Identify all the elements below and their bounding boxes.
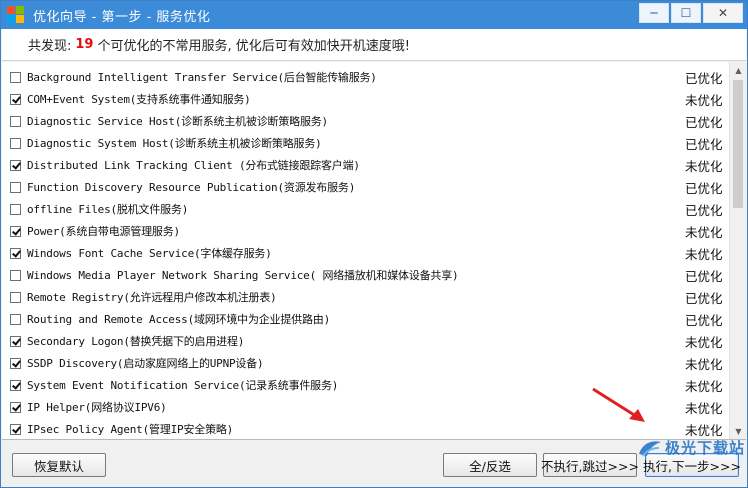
service-row[interactable]: Remote Registry(允许远程用户修改本机注册表) 已优化 xyxy=(2,286,729,308)
service-row[interactable]: Power(系统自带电源管理服务) 未优化 xyxy=(2,220,729,242)
service-status: 未优化 xyxy=(685,400,723,416)
scrollbar-thumb[interactable] xyxy=(733,80,743,208)
service-row[interactable]: Background Intelligent Transfer Service(… xyxy=(2,66,729,88)
service-name: IPsec Policy Agent(管理IP安全策略) xyxy=(27,423,234,436)
scroll-up-icon[interactable]: ▲ xyxy=(730,62,746,79)
watermark: 极光下载站 xyxy=(637,437,745,458)
service-name: Diagnostic Service Host(诊断系统主机被诊断策略服务) xyxy=(27,115,328,128)
service-status: 未优化 xyxy=(685,356,723,372)
service-checkbox[interactable] xyxy=(10,423,21,435)
service-status: 未优化 xyxy=(685,224,723,240)
service-status: 未优化 xyxy=(685,378,723,394)
service-name: Windows Font Cache Service(字体缓存服务) xyxy=(27,247,272,260)
app-logo-icon xyxy=(7,6,25,24)
service-row[interactable]: Routing and Remote Access(域网环境中为企业提供路由) 已… xyxy=(2,308,729,330)
maximize-button[interactable]: ☐ xyxy=(671,3,701,23)
service-status: 未优化 xyxy=(685,158,723,174)
service-checkbox[interactable] xyxy=(10,115,21,127)
summary-prefix: 共发现: xyxy=(28,39,72,54)
service-checkbox[interactable] xyxy=(10,313,21,325)
service-status: 已优化 xyxy=(685,70,723,86)
service-name: Function Discovery Resource Publication(… xyxy=(27,181,356,194)
service-status: 已优化 xyxy=(685,114,723,130)
service-status: 已优化 xyxy=(685,312,723,328)
watermark-text: 极光下载站 xyxy=(665,439,746,457)
service-name: Remote Registry(允许远程用户修改本机注册表) xyxy=(27,291,277,304)
service-status: 已优化 xyxy=(685,290,723,306)
annotation-arrow-icon xyxy=(592,387,645,422)
service-list: Background Intelligent Transfer Service(… xyxy=(2,62,746,440)
service-name: Power(系统自带电源管理服务) xyxy=(27,225,180,238)
service-checkbox[interactable] xyxy=(10,181,21,193)
service-row[interactable]: offline Files(脱机文件服务) 已优化 xyxy=(2,198,729,220)
service-checkbox[interactable] xyxy=(10,203,21,215)
service-status: 未优化 xyxy=(685,334,723,350)
summary-suffix: 个可优化的不常用服务, 优化后可有效加快开机速度哦! xyxy=(97,39,410,54)
service-name: SSDP Discovery(启动家庭网络上的UPNP设备) xyxy=(27,357,264,370)
skip-step-button[interactable]: 不执行,跳过>>> xyxy=(541,453,639,477)
service-row[interactable]: Distributed Link Tracking Client (分布式链接跟… xyxy=(2,154,729,176)
service-name: Routing and Remote Access(域网环境中为企业提供路由) xyxy=(27,313,331,326)
button-bar: 恢复默认 全/反选 不执行,跳过>>> 执行,下一步>>> xyxy=(2,441,746,487)
summary-header: 共发现: 19 个可优化的不常用服务, 优化后可有效加快开机速度哦! xyxy=(2,29,746,61)
service-checkbox[interactable] xyxy=(10,269,21,281)
service-checkbox[interactable] xyxy=(10,291,21,303)
service-checkbox[interactable] xyxy=(10,225,21,237)
title-bar[interactable]: 优化向导 - 第一步 - 服务优化 ─ ☐ ✕ xyxy=(1,1,747,29)
service-row[interactable]: Function Discovery Resource Publication(… xyxy=(2,176,729,198)
close-button[interactable]: ✕ xyxy=(703,3,743,23)
vertical-scrollbar[interactable]: ▲ ▼ xyxy=(729,62,746,439)
select-all-toggle-button[interactable]: 全/反选 xyxy=(443,453,537,477)
service-status: 未优化 xyxy=(685,92,723,108)
service-checkbox[interactable] xyxy=(10,93,21,105)
minimize-button[interactable]: ─ xyxy=(639,3,669,23)
service-checkbox[interactable] xyxy=(10,401,21,413)
service-name: System Event Notification Service(记录系统事件… xyxy=(27,379,339,392)
service-checkbox[interactable] xyxy=(10,335,21,347)
service-checkbox[interactable] xyxy=(10,137,21,149)
service-checkbox[interactable] xyxy=(10,71,21,83)
window-title: 优化向导 - 第一步 - 服务优化 xyxy=(33,9,211,25)
service-row[interactable]: Secondary Logon(替换凭据下的启用进程) 未优化 xyxy=(2,330,729,352)
service-name: Windows Media Player Network Sharing Ser… xyxy=(27,269,459,282)
service-status: 已优化 xyxy=(685,268,723,284)
service-checkbox[interactable] xyxy=(10,247,21,259)
service-name: IP Helper(网络协议IPV6) xyxy=(27,401,167,414)
service-row[interactable]: COM+Event System(支持系统事件通知服务) 未优化 xyxy=(2,88,729,110)
restore-default-button[interactable]: 恢复默认 xyxy=(12,453,106,477)
service-checkbox[interactable] xyxy=(10,357,21,369)
service-name: Background Intelligent Transfer Service(… xyxy=(27,71,377,84)
service-status: 已优化 xyxy=(685,136,723,152)
service-row[interactable]: SSDP Discovery(启动家庭网络上的UPNP设备) 未优化 xyxy=(2,352,729,374)
service-row[interactable]: Windows Media Player Network Sharing Ser… xyxy=(2,264,729,286)
service-status: 已优化 xyxy=(685,180,723,196)
service-name: Diagnostic System Host(诊断系统主机被诊断策略服务) xyxy=(27,137,322,150)
service-name: COM+Event System(支持系统事件通知服务) xyxy=(27,93,251,106)
service-name: Distributed Link Tracking Client (分布式链接跟… xyxy=(27,159,360,172)
watermark-logo-icon xyxy=(639,440,661,457)
service-name: offline Files(脱机文件服务) xyxy=(27,203,189,216)
service-row[interactable]: Diagnostic Service Host(诊断系统主机被诊断策略服务) 已优… xyxy=(2,110,729,132)
service-row[interactable]: Windows Font Cache Service(字体缓存服务) 未优化 xyxy=(2,242,729,264)
service-status: 已优化 xyxy=(685,202,723,218)
service-row[interactable]: Diagnostic System Host(诊断系统主机被诊断策略服务) 已优化 xyxy=(2,132,729,154)
service-checkbox[interactable] xyxy=(10,159,21,171)
service-status: 未优化 xyxy=(685,246,723,262)
optimization-wizard-window: 优化向导 - 第一步 - 服务优化 ─ ☐ ✕ 共发现: 19 个可优化的不常用… xyxy=(0,0,748,488)
service-checkbox[interactable] xyxy=(10,379,21,391)
service-status: 未优化 xyxy=(685,422,723,438)
service-name: Secondary Logon(替换凭据下的启用进程) xyxy=(27,335,245,348)
service-count: 19 xyxy=(75,37,94,52)
